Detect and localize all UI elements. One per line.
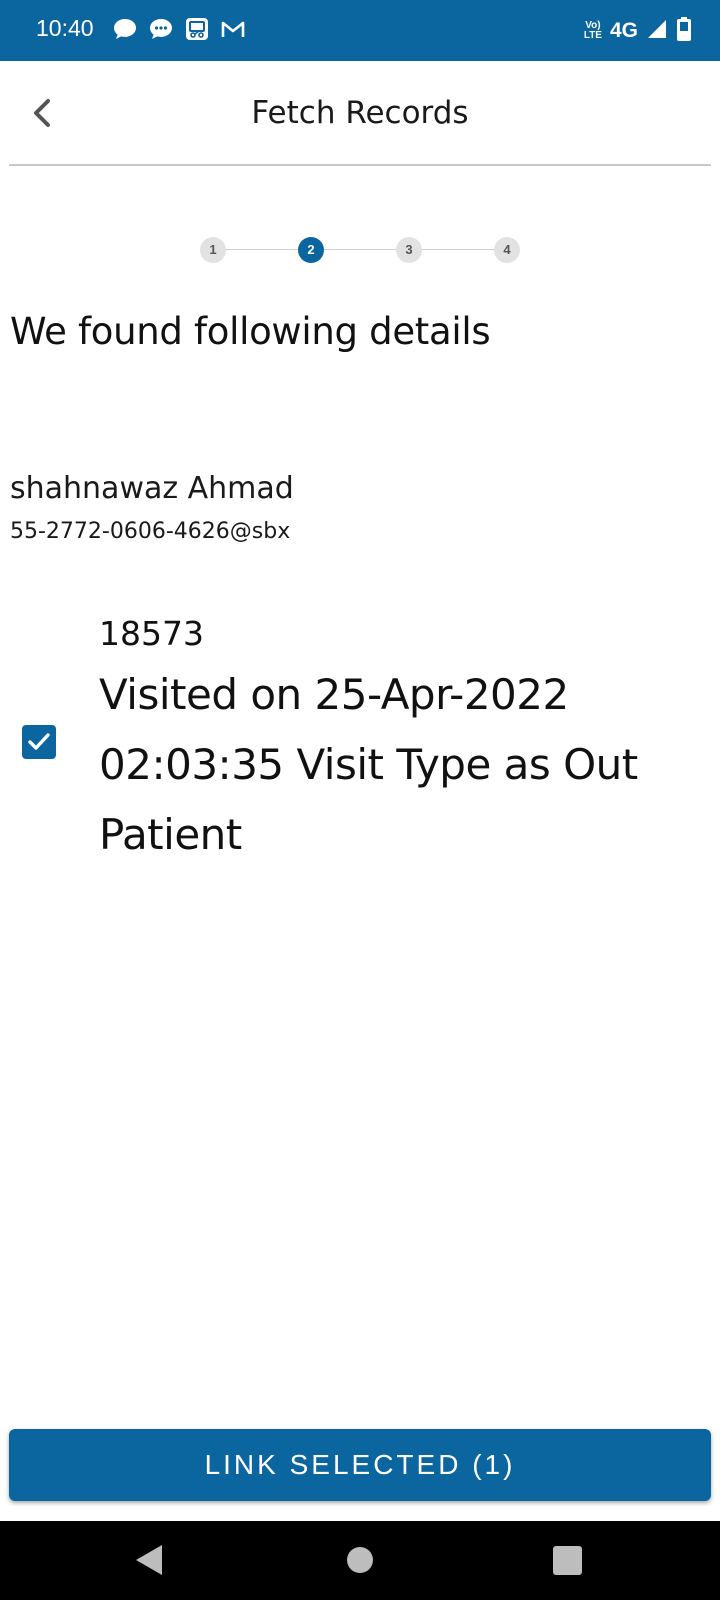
notification-icons bbox=[112, 17, 246, 41]
app-bar-divider bbox=[9, 164, 711, 166]
page-title: Fetch Records bbox=[251, 95, 469, 131]
nav-home-button[interactable] bbox=[320, 1521, 400, 1600]
message-icon bbox=[148, 17, 174, 41]
stepper: 1 2 3 4 bbox=[0, 236, 720, 264]
record-number: 18573 bbox=[99, 614, 204, 653]
status-right: Vo) LTE 4G bbox=[584, 16, 692, 46]
status-time: 10:40 bbox=[36, 15, 94, 41]
chat-bubble-icon bbox=[112, 17, 138, 41]
step-connector bbox=[226, 249, 298, 250]
gmail-icon bbox=[220, 17, 246, 41]
patient-id: 55-2772-0606-4626@sbx bbox=[10, 519, 291, 544]
network-type: 4G bbox=[609, 19, 638, 42]
section-heading: We found following details bbox=[10, 310, 491, 353]
status-bar: 10:40 Vo) LTE 4G bbox=[0, 0, 720, 61]
step-4: 4 bbox=[494, 237, 520, 263]
system-nav-bar bbox=[0, 1521, 720, 1600]
step-connector bbox=[324, 249, 396, 250]
record-description: Visited on 25-Apr-2022 02:03:35 Visit Ty… bbox=[99, 670, 638, 859]
signal-icon bbox=[646, 18, 668, 44]
app-bar: Fetch Records bbox=[0, 61, 720, 166]
step-3: 3 bbox=[396, 237, 422, 263]
nav-back-button[interactable] bbox=[112, 1521, 192, 1600]
step-1: 1 bbox=[200, 237, 226, 263]
record-checkbox[interactable] bbox=[22, 725, 56, 759]
step-connector bbox=[422, 249, 494, 250]
screen-share-icon bbox=[184, 17, 210, 41]
nav-recents-button[interactable] bbox=[528, 1521, 608, 1600]
step-2: 2 bbox=[298, 237, 324, 263]
link-selected-button[interactable]: LINK SELECTED (1) bbox=[9, 1429, 711, 1501]
battery-icon bbox=[676, 16, 692, 46]
patient-name: shahnawaz Ahmad bbox=[10, 471, 294, 506]
volte-icon: Vo) LTE bbox=[583, 20, 602, 41]
